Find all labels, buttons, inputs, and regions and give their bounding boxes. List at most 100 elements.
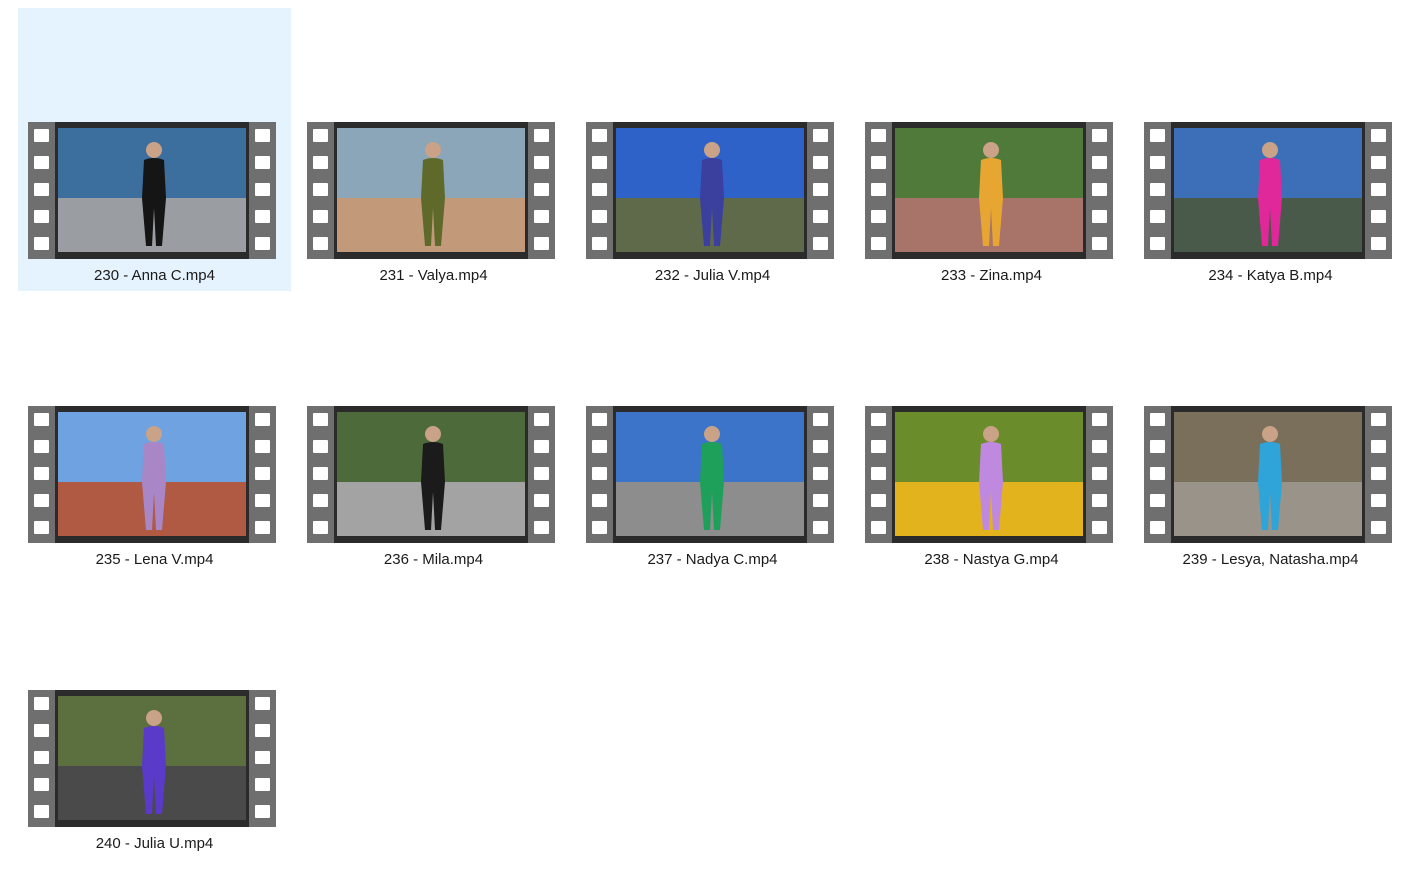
sprocket-hole xyxy=(813,156,828,169)
file-name-label: 232 - Julia V.mp4 xyxy=(654,267,771,284)
sprocket-hole xyxy=(1150,129,1165,142)
sprocket-hole xyxy=(1092,521,1107,534)
sprocket-hole xyxy=(34,129,49,142)
film-sprocket-strip xyxy=(528,406,555,543)
sprocket-hole xyxy=(34,697,49,710)
film-sprocket-strip xyxy=(865,122,892,259)
file-item[interactable]: 238 - Nastya G.mp4 xyxy=(855,292,1128,575)
sprocket-hole xyxy=(1092,413,1107,426)
sprocket-hole xyxy=(34,467,49,480)
sprocket-hole xyxy=(1092,129,1107,142)
video-thumbnail-icon xyxy=(307,122,555,259)
file-item[interactable]: 230 - Anna C.mp4 xyxy=(18,8,291,291)
film-sprocket-strip xyxy=(28,690,55,827)
sprocket-hole xyxy=(34,751,49,764)
sprocket-hole xyxy=(871,156,886,169)
video-thumbnail-icon xyxy=(865,406,1113,543)
sprocket-hole xyxy=(534,237,549,250)
file-item[interactable]: 231 - Valya.mp4 xyxy=(297,8,570,291)
sprocket-hole xyxy=(592,129,607,142)
video-thumbnail-icon xyxy=(1144,406,1392,543)
film-sprocket-strip xyxy=(28,122,55,259)
sprocket-hole xyxy=(1150,413,1165,426)
sprocket-hole xyxy=(592,521,607,534)
film-sprocket-strip xyxy=(807,122,834,259)
sprocket-hole xyxy=(34,413,49,426)
sprocket-hole xyxy=(255,724,270,737)
video-thumbnail-icon xyxy=(28,122,276,259)
file-item[interactable]: 237 - Nadya C.mp4 xyxy=(576,292,849,575)
film-sprocket-strip xyxy=(1086,406,1113,543)
film-sprocket-strip xyxy=(1365,406,1392,543)
file-name-label: 239 - Lesya, Natasha.mp4 xyxy=(1182,551,1359,568)
film-sprocket-strip xyxy=(249,690,276,827)
video-preview-image xyxy=(895,128,1083,252)
sprocket-hole xyxy=(1371,440,1386,453)
sprocket-hole xyxy=(1150,210,1165,223)
file-item[interactable]: 240 - Julia U.mp4 xyxy=(18,576,291,859)
sprocket-hole xyxy=(813,210,828,223)
sprocket-hole xyxy=(34,521,49,534)
file-name-label: 236 - Mila.mp4 xyxy=(383,551,484,568)
sprocket-hole xyxy=(313,413,328,426)
sprocket-hole xyxy=(534,156,549,169)
video-preview-image xyxy=(1174,128,1362,252)
sprocket-hole xyxy=(313,183,328,196)
sprocket-hole xyxy=(1092,467,1107,480)
sprocket-hole xyxy=(34,778,49,791)
sprocket-hole xyxy=(255,778,270,791)
video-frame xyxy=(55,406,249,543)
video-thumbnail-icon xyxy=(586,122,834,259)
film-sprocket-strip xyxy=(528,122,555,259)
sprocket-hole xyxy=(1092,440,1107,453)
file-name-label: 233 - Zina.mp4 xyxy=(941,267,1042,284)
file-item[interactable]: 233 - Zina.mp4 xyxy=(855,8,1128,291)
sprocket-hole xyxy=(871,440,886,453)
film-sprocket-strip xyxy=(586,406,613,543)
sprocket-hole xyxy=(1150,440,1165,453)
video-preview-image xyxy=(58,696,246,820)
file-item[interactable]: 234 - Katya B.mp4 xyxy=(1134,8,1407,291)
file-item[interactable]: 232 - Julia V.mp4 xyxy=(576,8,849,291)
sprocket-hole xyxy=(1371,237,1386,250)
sprocket-hole xyxy=(1150,521,1165,534)
video-frame xyxy=(613,406,807,543)
video-thumbnail-icon xyxy=(307,406,555,543)
sprocket-hole xyxy=(871,237,886,250)
sprocket-hole xyxy=(255,751,270,764)
sprocket-hole xyxy=(1371,494,1386,507)
file-item[interactable]: 239 - Lesya, Natasha.mp4 xyxy=(1134,292,1407,575)
sprocket-hole xyxy=(871,129,886,142)
sprocket-hole xyxy=(34,156,49,169)
video-frame xyxy=(334,122,528,259)
sprocket-hole xyxy=(255,183,270,196)
sprocket-hole xyxy=(255,129,270,142)
sprocket-hole xyxy=(534,440,549,453)
file-item[interactable]: 235 - Lena V.mp4 xyxy=(18,292,291,575)
film-sprocket-strip xyxy=(1144,406,1171,543)
video-frame xyxy=(613,122,807,259)
sprocket-hole xyxy=(1371,210,1386,223)
sprocket-hole xyxy=(255,494,270,507)
sprocket-hole xyxy=(813,467,828,480)
sprocket-hole xyxy=(813,183,828,196)
video-frame xyxy=(1171,406,1365,543)
file-item[interactable]: 236 - Mila.mp4 xyxy=(297,292,570,575)
film-sprocket-strip xyxy=(1086,122,1113,259)
sprocket-hole xyxy=(1092,494,1107,507)
sprocket-hole xyxy=(255,805,270,818)
sprocket-hole xyxy=(255,156,270,169)
sprocket-hole xyxy=(813,237,828,250)
sprocket-hole xyxy=(1371,156,1386,169)
sprocket-hole xyxy=(313,467,328,480)
sprocket-hole xyxy=(34,724,49,737)
sprocket-hole xyxy=(534,467,549,480)
sprocket-hole xyxy=(534,521,549,534)
sprocket-hole xyxy=(1371,413,1386,426)
sprocket-hole xyxy=(255,467,270,480)
film-sprocket-strip xyxy=(249,406,276,543)
sprocket-hole xyxy=(1150,494,1165,507)
sprocket-hole xyxy=(313,494,328,507)
video-preview-image xyxy=(58,412,246,536)
film-sprocket-strip xyxy=(807,406,834,543)
